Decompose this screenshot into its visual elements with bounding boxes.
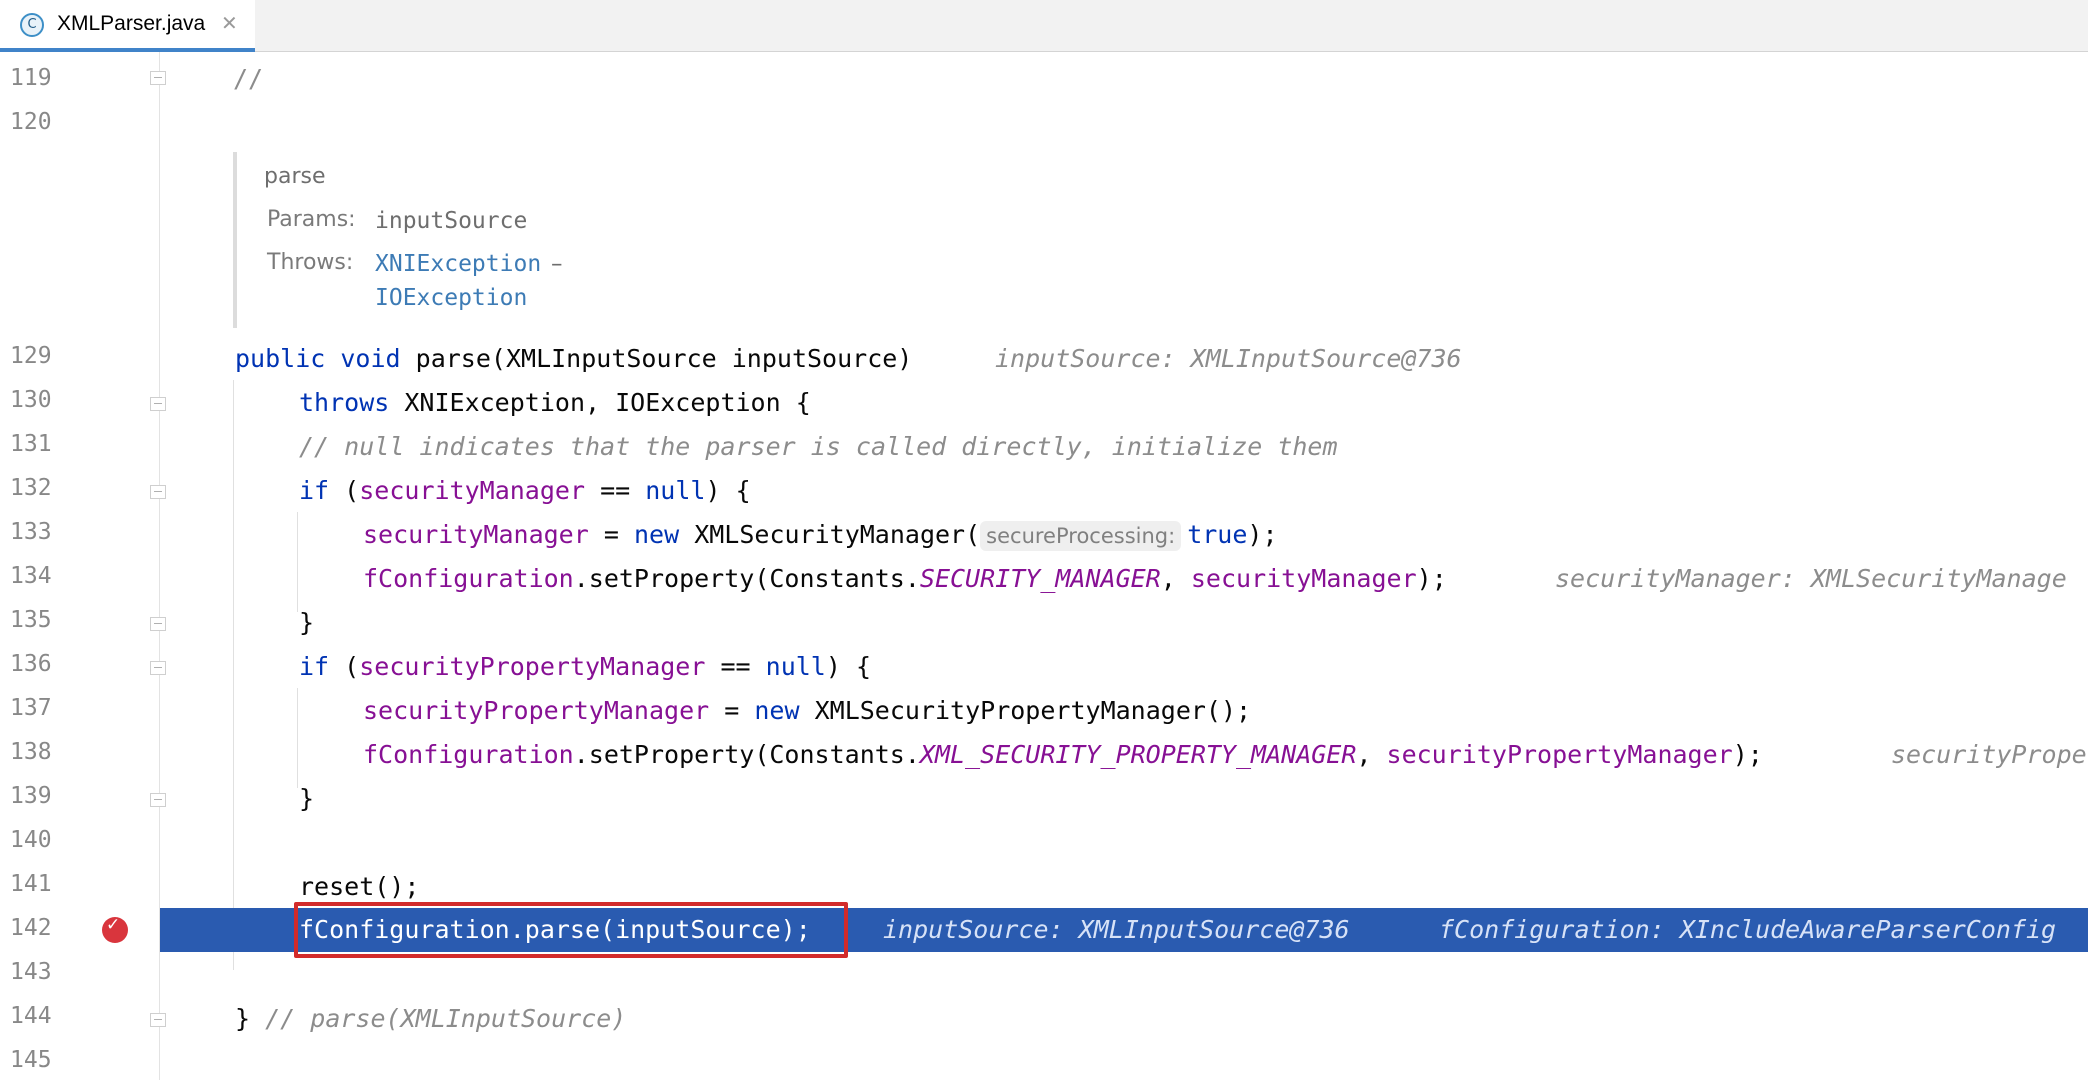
code-line-130[interactable]: throws XNIException, IOException { xyxy=(0,381,2088,425)
code-line-119[interactable]: // xyxy=(0,57,2088,101)
doc-throws-label: Throws: xyxy=(267,250,354,275)
inline-debug-value: fConfiguration: XIncludeAwareParserConfi… xyxy=(1439,915,2057,944)
code-line-133[interactable]: securityManager = new XMLSecurityManager… xyxy=(0,513,2088,557)
code-text: } xyxy=(299,608,315,637)
code-text: public void parse(XMLInputSource inputSo… xyxy=(235,344,913,373)
inline-debug-value: securityPrope xyxy=(1891,740,2087,769)
code-line-132[interactable]: if (securityManager == null) { xyxy=(0,469,2088,513)
code-text: } xyxy=(299,784,315,813)
doc-title: parse xyxy=(264,164,326,189)
parameter-hint: secureProcessing: xyxy=(980,521,1182,551)
line-number: 143 xyxy=(10,959,52,985)
code-line-137[interactable]: securityPropertyManager = new XMLSecurit… xyxy=(0,689,2088,733)
code-comment: // null indicates that the parser is cal… xyxy=(299,432,1338,461)
code-line-138[interactable]: fConfiguration.setProperty(Constants.XML… xyxy=(0,733,2088,777)
code-text: } // parse(XMLInputSource) xyxy=(235,1004,627,1033)
code-line-134[interactable]: fConfiguration.setProperty(Constants.SEC… xyxy=(0,557,2088,601)
doc-throws-link-2[interactable]: IOException xyxy=(375,285,527,311)
code-text: securityManager = new XMLSecurityManager… xyxy=(363,520,1278,551)
doc-throws-dash: – xyxy=(551,251,563,277)
code-text: if (securityManager == null) { xyxy=(299,476,751,505)
code-text: if (securityPropertyManager == null) { xyxy=(299,652,872,681)
inline-debug-value: securityManager: XMLSecurityManage xyxy=(1555,564,2067,593)
class-c-icon: C xyxy=(20,13,44,37)
code-line-139[interactable]: } xyxy=(0,777,2088,821)
editor-tab-bar: C XMLParser.java ✕ xyxy=(0,0,2088,52)
inline-debug-value: inputSource: XMLInputSource@736 xyxy=(883,915,1350,944)
line-number: 145 xyxy=(10,1047,52,1073)
line-number: 140 xyxy=(10,827,52,853)
code-text: securityPropertyManager = new XMLSecurit… xyxy=(363,696,1252,725)
code-text: // xyxy=(233,64,264,93)
breakpoint-icon[interactable]: ✓ xyxy=(102,915,128,943)
highlight-box xyxy=(294,902,848,958)
tab-label: XMLParser.java xyxy=(57,12,206,35)
doc-params-value: inputSource xyxy=(375,208,528,234)
code-line-136[interactable]: if (securityPropertyManager == null) { xyxy=(0,645,2088,689)
doc-params-label: Params: xyxy=(267,207,356,232)
inline-debug-value: inputSource: XMLInputSource@736 xyxy=(995,344,1462,373)
close-icon[interactable]: ✕ xyxy=(221,11,238,35)
code-text: fConfiguration.setProperty(Constants.SEC… xyxy=(363,564,1447,593)
line-number: 120 xyxy=(10,109,52,135)
line-number: 142 xyxy=(10,915,52,941)
doc-throws-link-1[interactable]: XNIException xyxy=(375,251,541,277)
tab-xmlparser-java[interactable]: C XMLParser.java ✕ xyxy=(0,0,255,52)
code-line-131[interactable]: // null indicates that the parser is cal… xyxy=(0,425,2088,469)
code-text: fConfiguration.setProperty(Constants.XML… xyxy=(363,740,1763,769)
code-line-144[interactable]: } // parse(XMLInputSource) xyxy=(0,997,2088,1041)
code-text: throws XNIException, IOException { xyxy=(299,388,811,417)
code-line-135[interactable]: } xyxy=(0,601,2088,645)
check-icon: ✓ xyxy=(106,915,121,935)
rendered-javadoc[interactable]: parse Params: inputSource Throws: XNIExc… xyxy=(233,152,837,328)
code-line-129[interactable]: public void parse(XMLInputSource inputSo… xyxy=(0,337,2088,381)
